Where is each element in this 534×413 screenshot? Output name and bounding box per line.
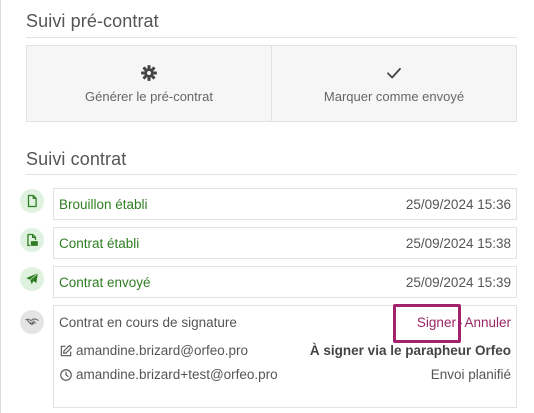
- signature-header: Contrat en cours de signature Signer - A…: [59, 315, 511, 330]
- signer-status: À signer via le parapheur Orfeo: [309, 343, 511, 358]
- paper-plane-icon: [26, 272, 39, 285]
- pre-contract-divider: [26, 37, 517, 38]
- gear-icon: [141, 64, 157, 81]
- pre-contract-title: Suivi pré-contrat: [26, 11, 159, 31]
- left-border: [0, 0, 1, 413]
- signer-row: amandine.brizard+test@orfeo.pro Envoi pl…: [59, 367, 511, 382]
- sign-link[interactable]: Signer: [417, 315, 456, 330]
- file-icon: [27, 194, 37, 208]
- mark-as-sent-button[interactable]: Marquer comme envoyé: [271, 46, 516, 121]
- file-pdf-icon: [27, 233, 38, 247]
- generate-pre-contract-button[interactable]: Générer le pré-contrat: [27, 46, 271, 121]
- signature-status-label: Contrat en cours de signature: [59, 315, 237, 330]
- handshake-icon: [25, 318, 39, 326]
- cancel-link[interactable]: Annuler: [464, 315, 511, 330]
- pre-contract-actions: Générer le pré-contrat Marquer comme env…: [26, 45, 517, 122]
- contract-divider: [26, 174, 517, 175]
- step-contrat-etabli-icon-badge: [20, 228, 44, 252]
- step-contrat-etabli-label: Contrat établi: [59, 235, 140, 251]
- step-contrat-envoye-label: Contrat envoyé: [59, 274, 151, 290]
- clock-icon: [60, 368, 72, 381]
- edit-icon: [60, 344, 73, 356]
- signer-email-group: amandine.brizard@orfeo.pro: [59, 343, 248, 358]
- actions-separator: -: [457, 315, 463, 330]
- signer-email: amandine.brizard+test@orfeo.pro: [76, 367, 278, 382]
- signer-email: amandine.brizard@orfeo.pro: [76, 343, 249, 358]
- signature-panel: Contrat en cours de signature Signer - A…: [53, 305, 517, 408]
- signer-email-group: amandine.brizard+test@orfeo.pro: [59, 367, 278, 382]
- signer-status: Envoi planifié: [430, 367, 511, 382]
- contract-title: Suivi contrat: [26, 149, 127, 169]
- signer-row: amandine.brizard@orfeo.pro À signer via …: [59, 343, 511, 358]
- step-signature-icon-badge: [20, 310, 44, 334]
- step-brouillon-label: Brouillon établi: [59, 196, 148, 212]
- step-contrat-envoye-icon-badge: [20, 267, 44, 291]
- step-contrat-envoye-row: Contrat envoyé 25/09/2024 15:39: [53, 266, 517, 298]
- check-icon: [387, 67, 401, 78]
- step-contrat-etabli-date: 25/09/2024 15:38: [405, 235, 511, 251]
- step-contrat-envoye-date: 25/09/2024 15:39: [405, 274, 511, 290]
- step-brouillon-row: Brouillon établi 25/09/2024 15:36: [53, 188, 517, 220]
- step-brouillon-icon-badge: [20, 189, 44, 213]
- step-contrat-etabli-row: Contrat établi 25/09/2024 15:38: [53, 227, 517, 259]
- mark-as-sent-label: Marquer comme envoyé: [323, 88, 465, 104]
- generate-pre-contract-label: Générer le pré-contrat: [85, 88, 213, 104]
- step-brouillon-date: 25/09/2024 15:36: [405, 196, 511, 212]
- signature-actions: Signer - Annuler: [417, 315, 511, 330]
